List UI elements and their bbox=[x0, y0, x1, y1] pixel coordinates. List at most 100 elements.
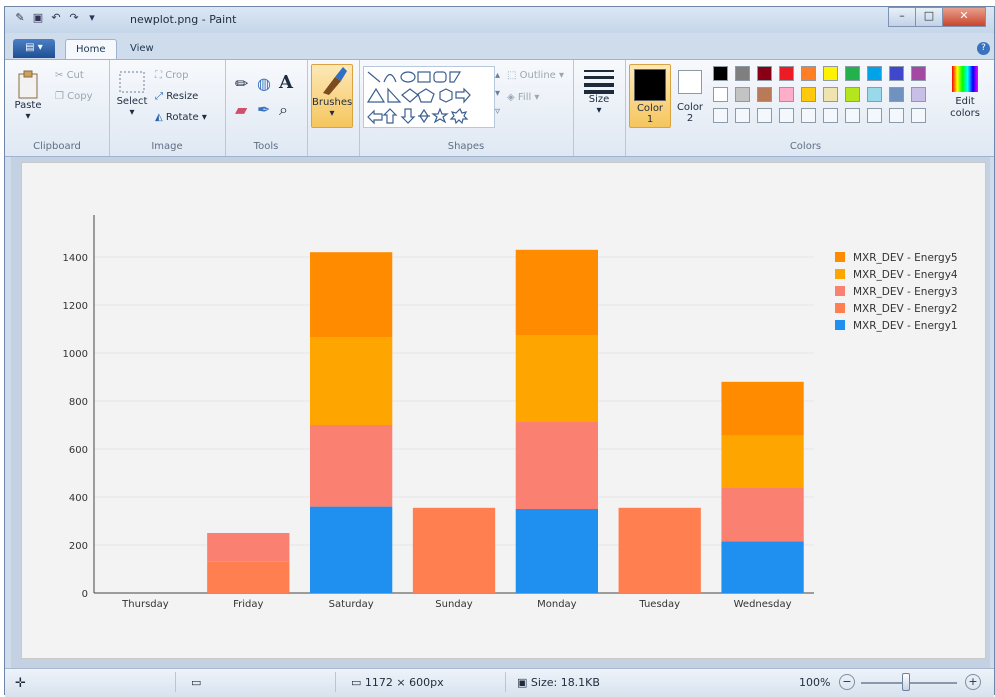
dimensions-text: 1172 × 600px bbox=[364, 676, 444, 689]
y-tick-label: 400 bbox=[69, 493, 88, 504]
rotate-button[interactable]: ◭ Rotate ▾ bbox=[155, 112, 207, 123]
ribbon: Paste ▾ ✂ Cut ❐ Copy Clipboard Select ▾ … bbox=[5, 59, 994, 157]
crop-button[interactable]: ⛶ Crop bbox=[155, 70, 189, 81]
tools-group-label: Tools bbox=[253, 141, 279, 152]
color2-button[interactable]: Color 2 bbox=[673, 64, 707, 124]
selection-size-icon: ▭ bbox=[191, 676, 202, 689]
legend-label: MXR_DEV - Energy4 bbox=[853, 269, 958, 281]
shapes-scroll-up-icon[interactable]: ▴ bbox=[495, 70, 500, 81]
tab-home[interactable]: Home bbox=[65, 39, 117, 60]
zoom-slider-thumb[interactable] bbox=[902, 673, 910, 691]
title-bar: ✎ ▣ ↶ ↷ ▾ newplot.png - Paint – □ ✕ bbox=[5, 7, 994, 33]
color1-number: 1 bbox=[646, 114, 654, 125]
brushes-button[interactable]: Brushes ▾ bbox=[311, 64, 353, 128]
text-tool-icon[interactable]: A bbox=[279, 72, 293, 93]
color1-button[interactable]: Color 1 bbox=[629, 64, 671, 128]
copy-button[interactable]: ❐ Copy bbox=[55, 91, 93, 102]
custom-color-slot[interactable] bbox=[889, 108, 904, 123]
edit-colors-button[interactable]: Edit colors bbox=[947, 66, 983, 120]
custom-color-slot[interactable] bbox=[823, 108, 838, 123]
cut-button[interactable]: ✂ Cut bbox=[55, 70, 84, 81]
select-icon bbox=[119, 71, 145, 93]
palette-swatch[interactable] bbox=[845, 66, 860, 81]
palette-swatch[interactable] bbox=[845, 87, 860, 102]
tab-view[interactable]: View bbox=[120, 39, 164, 59]
select-button[interactable]: Select ▾ bbox=[115, 70, 149, 118]
status-separator bbox=[335, 672, 336, 692]
zoom-out-button[interactable]: − bbox=[839, 674, 855, 690]
palette-swatch[interactable] bbox=[735, 87, 750, 102]
palette-swatch[interactable] bbox=[889, 66, 904, 81]
resize-label: Resize bbox=[166, 91, 199, 102]
palette-swatch[interactable] bbox=[713, 87, 728, 102]
fill-button[interactable]: ◈ Fill ▾ bbox=[507, 92, 539, 103]
crop-icon: ⛶ bbox=[155, 70, 162, 81]
close-button[interactable]: ✕ bbox=[942, 7, 986, 27]
palette-swatch[interactable] bbox=[889, 87, 904, 102]
bar-segment bbox=[515, 335, 598, 422]
select-label: Select bbox=[116, 96, 148, 107]
qat-dropdown-icon[interactable]: ▾ bbox=[85, 11, 99, 25]
bar-segment bbox=[721, 487, 804, 542]
minimize-button[interactable]: – bbox=[888, 7, 916, 27]
palette-swatch[interactable] bbox=[735, 66, 750, 81]
bar-segment bbox=[515, 509, 598, 593]
palette-swatch[interactable] bbox=[801, 66, 816, 81]
rotate-label: Rotate bbox=[165, 112, 199, 123]
palette-swatch[interactable] bbox=[779, 87, 794, 102]
palette-swatch[interactable] bbox=[757, 66, 772, 81]
palette-swatch[interactable] bbox=[757, 87, 772, 102]
save-icon[interactable]: ▣ bbox=[31, 11, 45, 25]
color1-label: Color bbox=[636, 103, 664, 114]
outline-button[interactable]: ⬚ Outline ▾ bbox=[507, 70, 564, 81]
fill-icon: ◈ bbox=[507, 92, 515, 103]
image-group: Select ▾ ⛶ Crop ⤢ Resize ◭ Rotate ▾ Imag… bbox=[109, 60, 226, 156]
palette-swatch[interactable] bbox=[911, 66, 926, 81]
brushes-dropdown-icon: ▾ bbox=[329, 108, 335, 119]
resize-button[interactable]: ⤢ Resize bbox=[155, 91, 198, 102]
maximize-button[interactable]: □ bbox=[915, 7, 943, 27]
window-controls: – □ ✕ bbox=[888, 7, 986, 27]
zoom-in-button[interactable]: + bbox=[965, 674, 981, 690]
magnifier-icon[interactable]: ⌕ bbox=[279, 100, 288, 120]
x-tick-label: Monday bbox=[537, 599, 577, 610]
pencil-icon[interactable]: ✏ bbox=[235, 74, 248, 93]
custom-color-slot[interactable] bbox=[801, 108, 816, 123]
stacked-bar-chart: 0 200 400 600 800 1000 1200 1400 Thursday Friday S… bbox=[63, 215, 958, 610]
size-dropdown-icon: ▾ bbox=[596, 105, 602, 116]
custom-color-slot[interactable] bbox=[845, 108, 860, 123]
outline-icon: ⬚ bbox=[507, 70, 517, 81]
window-title: newplot.png - Paint bbox=[130, 13, 237, 26]
size-button[interactable]: Size ▾ bbox=[581, 68, 617, 116]
custom-color-slot[interactable] bbox=[713, 108, 728, 123]
paste-button[interactable]: Paste ▾ bbox=[11, 70, 45, 122]
paint-menu-button[interactable]: ▤ ▾ bbox=[13, 39, 55, 58]
palette-swatch[interactable] bbox=[867, 87, 882, 102]
shapes-scroll-down-icon[interactable]: ▾ bbox=[495, 88, 500, 99]
redo-icon[interactable]: ↷ bbox=[67, 11, 81, 25]
custom-color-slot[interactable] bbox=[867, 108, 882, 123]
palette-swatch[interactable] bbox=[911, 87, 926, 102]
custom-color-slot[interactable] bbox=[757, 108, 772, 123]
palette-swatch[interactable] bbox=[867, 66, 882, 81]
palette-swatch[interactable] bbox=[713, 66, 728, 81]
help-icon[interactable]: ? bbox=[977, 42, 990, 55]
palette-swatch[interactable] bbox=[823, 87, 838, 102]
palette-swatch[interactable] bbox=[823, 66, 838, 81]
shapes-expand-icon[interactable]: ▿ bbox=[495, 106, 500, 117]
shapes-gallery[interactable] bbox=[363, 66, 495, 128]
undo-icon[interactable]: ↶ bbox=[49, 11, 63, 25]
palette-swatch[interactable] bbox=[779, 66, 794, 81]
bar-segment bbox=[721, 435, 804, 488]
eraser-icon[interactable]: ▰ bbox=[235, 100, 247, 119]
fill-bucket-icon[interactable]: ◍ bbox=[257, 74, 271, 93]
palette-swatch[interactable] bbox=[801, 87, 816, 102]
color1-swatch bbox=[634, 69, 666, 101]
custom-color-slot[interactable] bbox=[735, 108, 750, 123]
custom-color-slot[interactable] bbox=[911, 108, 926, 123]
custom-color-slot[interactable] bbox=[779, 108, 794, 123]
bar-segment bbox=[310, 252, 393, 338]
image-canvas[interactable]: 0 200 400 600 800 1000 1200 1400 Thursday Friday S… bbox=[21, 162, 986, 659]
color-picker-icon[interactable]: ✒ bbox=[257, 100, 270, 119]
paint-app-icon[interactable]: ✎ bbox=[13, 11, 27, 25]
